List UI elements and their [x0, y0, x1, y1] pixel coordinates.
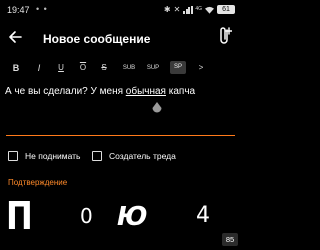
message-input-underline	[6, 135, 235, 136]
italic-button[interactable]: I	[36, 62, 42, 74]
spoiler-button[interactable]: SP	[170, 61, 186, 74]
no-bump-checkbox-box[interactable]	[8, 151, 18, 161]
status-bar: 19:47 • • ✱ ✕ 4G 61	[0, 0, 242, 22]
attach-file-icon[interactable]	[218, 26, 232, 46]
format-bar: B I U O S SUB SUP SP >	[0, 58, 242, 76]
overline-button[interactable]: O	[79, 62, 87, 74]
no-bump-checkbox[interactable]: Не поднимать	[8, 150, 80, 162]
bluetooth-icon: ✱	[163, 4, 171, 14]
subscript-button[interactable]: SUB	[121, 62, 137, 74]
underline-button[interactable]: U	[57, 62, 65, 74]
notification-dots: • •	[36, 4, 48, 14]
message-input[interactable]: А че вы сделали? У меня обычная капча	[5, 86, 195, 97]
captcha-char: 4	[196, 203, 210, 228]
thread-creator-label: Создатель треда	[109, 151, 176, 161]
new-message-screen: 19:47 • • ✱ ✕ 4G 61 Новое сообщение B I …	[0, 0, 242, 250]
message-text-end: капча	[165, 86, 196, 97]
text-cursor-handle-icon[interactable]	[152, 102, 162, 114]
app-toolbar: Новое сообщение	[0, 22, 242, 56]
battery-icon: 61	[217, 5, 235, 14]
page-title: Новое сообщение	[43, 32, 151, 46]
thread-creator-checkbox[interactable]: Создатель треда	[92, 150, 176, 162]
captcha-image[interactable]: П 0 Ю 4	[0, 196, 242, 250]
network-type-label: 4G	[195, 6, 202, 12]
captcha-countdown-badge: 85	[222, 233, 238, 246]
message-text-underlined: обычная	[125, 86, 166, 97]
mute-icon: ✕	[173, 4, 181, 14]
wifi-icon	[205, 6, 214, 14]
captcha-char: 0	[80, 204, 93, 228]
confirmation-label: Подтверждение	[8, 178, 68, 187]
strikethrough-button[interactable]: S	[100, 62, 108, 74]
more-formats-button[interactable]: >	[197, 62, 205, 74]
signal-icon	[183, 5, 193, 14]
message-text-start: А че вы сделали? У меня	[5, 86, 126, 97]
superscript-button[interactable]: SUP	[145, 62, 161, 74]
status-icons: ✱ ✕ 4G 61	[164, 5, 235, 14]
captcha-char: Ю	[117, 202, 148, 232]
thread-creator-checkbox-box[interactable]	[92, 151, 102, 161]
status-time: 19:47	[7, 5, 30, 15]
back-arrow-icon[interactable]	[8, 30, 22, 44]
no-bump-label: Не поднимать	[25, 151, 81, 161]
bold-button[interactable]: B	[12, 62, 20, 74]
captcha-char: П	[6, 193, 33, 239]
